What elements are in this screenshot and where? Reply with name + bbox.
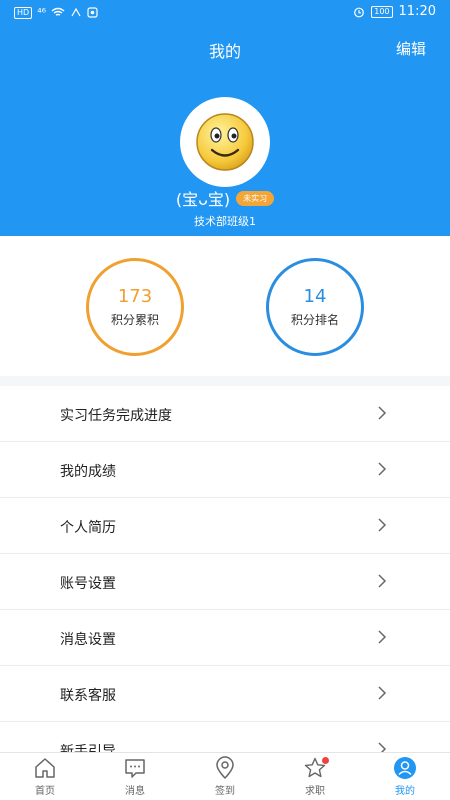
menu-item-label: 账号设置	[60, 576, 116, 592]
tab-jobs[interactable]: 求职	[270, 753, 360, 800]
menu-item-my-grades[interactable]: 我的成绩	[0, 442, 450, 498]
home-icon	[35, 758, 55, 778]
tab-label: 消息	[125, 786, 145, 797]
tab-label: 首页	[35, 786, 55, 797]
smiley-face-icon	[196, 113, 254, 171]
chevron-right-icon	[378, 462, 387, 476]
menu-item-account-settings[interactable]: 账号设置	[0, 554, 450, 610]
menu-item-message-settings[interactable]: 消息设置	[0, 610, 450, 666]
clock: 11:20	[398, 4, 436, 19]
points-total-label: 积分累积	[110, 313, 159, 327]
battery-icon: 100	[371, 5, 393, 18]
user-icon	[394, 757, 416, 779]
menu-item-resume[interactable]: 个人简历	[0, 498, 450, 554]
points-rank-circle[interactable]: 14 积分排名	[266, 258, 364, 356]
menu-item-internship-progress[interactable]: 实习任务完成进度	[0, 386, 450, 442]
chevron-right-icon	[378, 630, 387, 644]
signal-label: ⁴⁶	[37, 6, 47, 19]
points-rank-label: 积分排名	[290, 313, 339, 327]
points-total-value: 173	[117, 286, 153, 307]
page-title: 我的	[208, 42, 241, 61]
nfc-icon	[71, 7, 81, 17]
menu-item-label: 个人简历	[60, 520, 116, 536]
bottom-tab-bar: 首页 消息 签到 求职 我的	[0, 752, 450, 800]
location-pin-icon	[216, 756, 234, 780]
points-total-circle[interactable]: 173 积分累积	[86, 258, 184, 356]
menu-item-label: 新手引导	[60, 744, 116, 752]
tab-home[interactable]: 首页	[0, 753, 90, 800]
status-bar: HD ⁴⁶ 100 11:20	[0, 0, 450, 26]
chevron-right-icon	[378, 742, 387, 752]
hd-indicator: HD	[14, 6, 33, 19]
tab-label: 求职	[305, 786, 325, 797]
profile-header: HD ⁴⁶ 100 11:20 我的 编辑 (宝ᴗ宝) 未实习 技术部班级1	[0, 0, 450, 236]
user-name: (宝ᴗ宝)	[175, 190, 231, 209]
message-icon	[125, 759, 145, 778]
chevron-right-icon	[378, 406, 387, 420]
tab-checkin[interactable]: 签到	[180, 753, 270, 800]
tab-label: 我的	[395, 786, 415, 797]
edit-button[interactable]: 编辑	[396, 38, 426, 59]
alarm-icon	[354, 7, 365, 17]
menu-item-label: 联系客服	[60, 688, 116, 704]
department-label: 技术部班级1	[194, 215, 256, 228]
tab-mine[interactable]: 我的	[360, 753, 450, 800]
status-badge: 未实习	[236, 190, 275, 206]
app-notification-icon	[87, 7, 98, 18]
menu-item-customer-service[interactable]: 联系客服	[0, 666, 450, 722]
settings-menu: 实习任务完成进度 我的成绩 个人简历 账号设置 消息设置 联系客服 新手引导	[0, 386, 450, 752]
avatar[interactable]	[180, 97, 270, 187]
menu-item-label: 我的成绩	[60, 464, 116, 480]
chevron-right-icon	[378, 686, 387, 700]
tab-label: 签到	[215, 786, 235, 797]
menu-item-beginner-guide[interactable]: 新手引导	[0, 722, 450, 752]
wifi-icon	[51, 7, 65, 16]
points-summary: 173 积分累积 14 积分排名	[0, 236, 450, 376]
menu-item-label: 实习任务完成进度	[60, 408, 172, 424]
tab-messages[interactable]: 消息	[90, 753, 180, 800]
points-rank-value: 14	[303, 286, 327, 307]
chevron-right-icon	[378, 574, 387, 588]
chevron-right-icon	[378, 518, 387, 532]
menu-item-label: 消息设置	[60, 632, 116, 648]
notification-dot	[322, 757, 329, 764]
